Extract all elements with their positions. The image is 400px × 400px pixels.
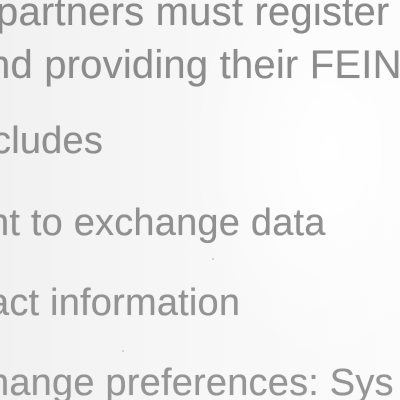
scan-speck [212, 258, 214, 260]
text-line-providing-fein: nd providing their FEIN [0, 43, 400, 87]
scan-speck [122, 350, 124, 352]
text-line-exchange-data: nt to exchange data [0, 202, 326, 244]
text-line-partners-register: partners must register [0, 0, 390, 34]
document-page: partners must register nd providing thei… [0, 0, 400, 400]
text-line-exchange-preferences: nange preferences: Sys [0, 362, 394, 400]
text-line-includes: cludes [0, 120, 104, 162]
text-line-contact-information: act information [0, 282, 241, 324]
